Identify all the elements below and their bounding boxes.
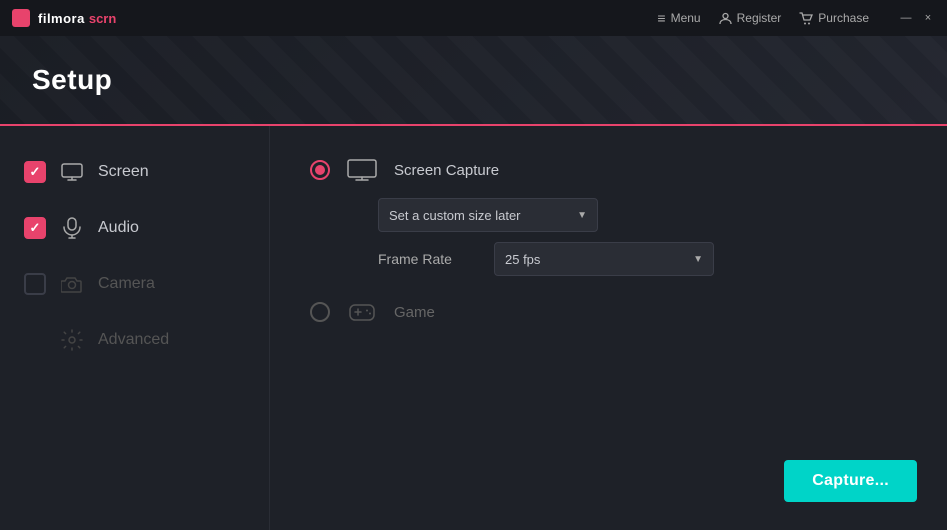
- minimize-button[interactable]: —: [899, 11, 913, 25]
- advanced-label: Advanced: [98, 331, 169, 349]
- screen-label: Screen: [98, 163, 149, 181]
- game-radio[interactable]: [310, 302, 330, 322]
- cart-icon: [799, 12, 813, 25]
- register-icon: [719, 12, 732, 25]
- logo: filmora scrn: [12, 9, 116, 27]
- close-button[interactable]: ×: [921, 11, 935, 25]
- titlebar-actions: ≡ Menu Register Purchase —: [657, 10, 935, 26]
- page-title: Setup: [32, 64, 112, 96]
- window-controls: — ×: [899, 11, 935, 25]
- purchase-button[interactable]: Purchase: [799, 11, 869, 25]
- camera-label: Camera: [98, 275, 155, 293]
- sidebar: Screen Audio Camera: [0, 126, 270, 530]
- game-row[interactable]: Game: [310, 296, 907, 328]
- register-button[interactable]: Register: [719, 11, 782, 25]
- titlebar: filmora scrn ≡ Menu Register: [0, 0, 947, 36]
- frame-rate-value: 25 fps: [505, 252, 540, 267]
- header-band: Setup: [0, 36, 947, 126]
- capture-size-arrow-icon: ▼: [577, 210, 587, 221]
- screen-icon: [60, 160, 84, 184]
- screen-checkbox[interactable]: [24, 161, 46, 183]
- sidebar-item-audio[interactable]: Audio: [0, 200, 269, 256]
- logo-icon: [12, 9, 30, 27]
- screen-capture-mode-icon: [346, 154, 378, 186]
- frame-rate-row: Frame Rate 25 fps ▼: [378, 242, 907, 276]
- sidebar-item-camera[interactable]: Camera: [0, 256, 269, 312]
- camera-icon: [60, 272, 84, 296]
- menu-lines-icon: ≡: [657, 10, 665, 26]
- capture-size-value: Set a custom size later: [389, 208, 521, 223]
- audio-label: Audio: [98, 219, 139, 237]
- frame-rate-dropdown[interactable]: 25 fps ▼: [494, 242, 714, 276]
- menu-button[interactable]: ≡ Menu: [657, 10, 700, 26]
- purchase-label: Purchase: [818, 11, 869, 25]
- advanced-icon: [60, 328, 84, 352]
- capture-size-row: Set a custom size later ▼: [378, 198, 907, 232]
- game-label: Game: [394, 304, 435, 321]
- capture-size-dropdown[interactable]: Set a custom size later ▼: [378, 198, 598, 232]
- frame-rate-label: Frame Rate: [378, 251, 478, 267]
- frame-rate-arrow-icon: ▼: [693, 254, 703, 265]
- audio-icon: [60, 216, 84, 240]
- screen-capture-row[interactable]: Screen Capture: [310, 154, 907, 186]
- sidebar-item-advanced[interactable]: Advanced: [0, 312, 269, 368]
- logo-name-filmora: filmora: [38, 11, 85, 26]
- logo-name-scrn: scrn: [89, 11, 116, 26]
- screen-capture-settings: Set a custom size later ▼ Frame Rate 25 …: [378, 198, 907, 276]
- audio-checkbox[interactable]: [24, 217, 46, 239]
- screen-capture-label: Screen Capture: [394, 162, 499, 179]
- register-label: Register: [737, 11, 782, 25]
- screen-capture-radio[interactable]: [310, 160, 330, 180]
- camera-checkbox[interactable]: [24, 273, 46, 295]
- right-panel: Screen Capture Set a custom size later ▼…: [270, 126, 947, 530]
- sidebar-item-screen[interactable]: Screen: [0, 144, 269, 200]
- capture-button[interactable]: Capture...: [784, 460, 917, 502]
- menu-label: Menu: [671, 11, 701, 25]
- game-mode-icon: [346, 296, 378, 328]
- main-content: Screen Audio Camera: [0, 126, 947, 530]
